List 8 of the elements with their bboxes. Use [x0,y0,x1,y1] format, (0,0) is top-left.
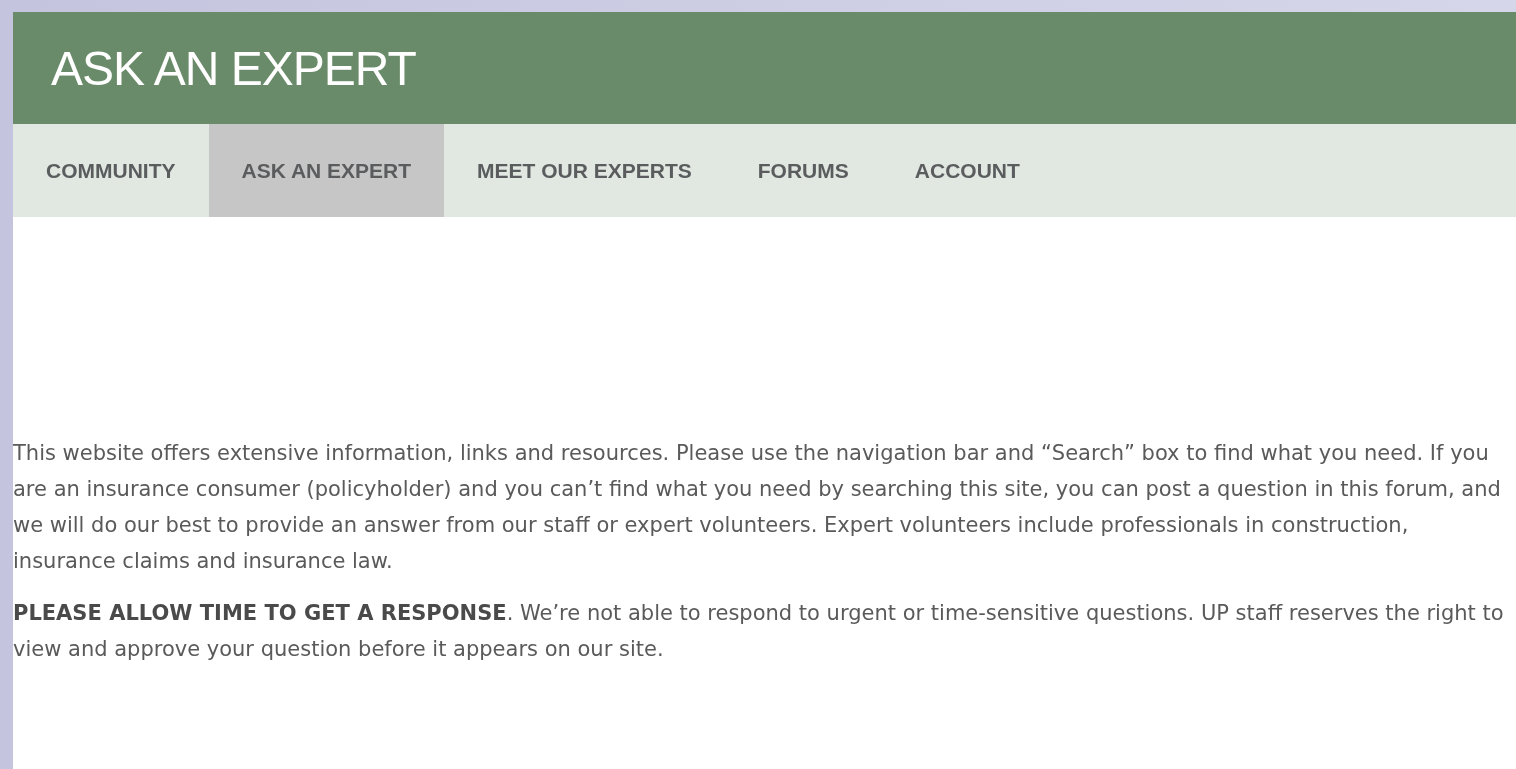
nav-tab[interactable]: FORUMS [724,124,882,217]
body-paragraph: This website offers extensive information, links and resources. Please use the navigation bar and “Search” box to find what you need. If you are an insurance consumer (policyholder) and you can’t find what you need by searching this site, you can post a question in this forum, and we will do our best to provide an answer from our staff or expert volunteers. Expert volunteers include professionals in construction, insurance claims and insurance law. [13,440,1502,575]
nav-tab[interactable]: MEET OUR EXPERTS [444,124,725,217]
body-paragraph: PLEASE ALLOW TIME TO GET A RESPONSE. We’re not able to respond to urgent or time-sensitive questions. UP staff reserves the right to view and approve your question before it appears on our site. [13,600,1504,663]
page-title: ASK AN EXPERT [51,40,416,96]
nav-tab[interactable]: ASK AN EXPERT [208,124,445,217]
nav-tab[interactable]: ACCOUNT [881,124,1053,217]
nav-tab[interactable]: COMMUNITY [13,124,209,217]
